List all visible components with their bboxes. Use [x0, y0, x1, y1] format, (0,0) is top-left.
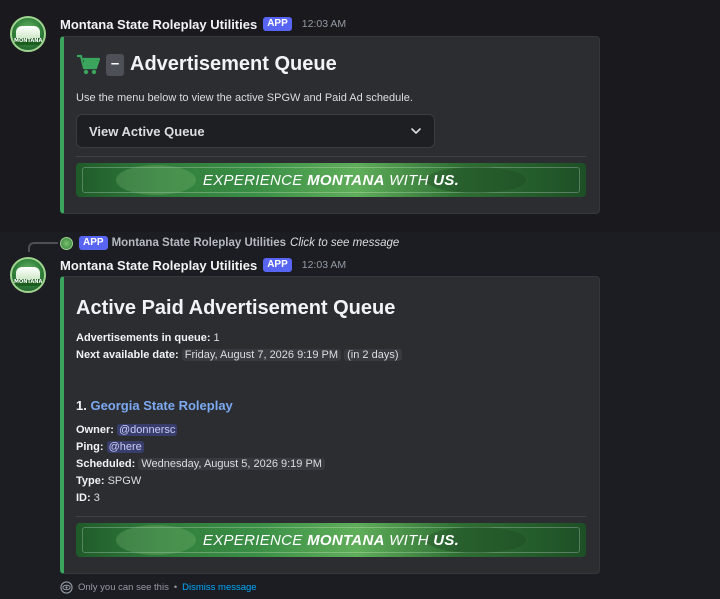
scheduled-line: Scheduled: Wednesday, August 5, 2026 9:1… [76, 458, 325, 470]
timestamp-2[interactable]: 12:03 AM [302, 259, 346, 271]
next-date-timestamp[interactable]: Friday, August 7, 2026 9:19 PM [181, 349, 342, 361]
owner-mention[interactable]: @donnersc [116, 424, 178, 436]
dash-emoji: – [106, 53, 124, 76]
embed-title: Advertisement Queue [130, 53, 337, 75]
reply-connector [28, 242, 58, 252]
type-value: SPGW [107, 475, 142, 487]
ads-in-queue-line: Advertisements in queue: 1 [76, 332, 220, 344]
ephemeral-note: Only you can see this • Dismiss message [60, 581, 257, 594]
username[interactable]: Montana State Roleplay Utilities [60, 17, 257, 32]
reply-avatar [60, 236, 73, 250]
montana-banner-image-2[interactable]: EXPERIENCE MONTANA WITH US. [76, 523, 586, 557]
queue-item-link[interactable]: Georgia State Roleplay [90, 398, 232, 413]
embed-description: Use the menu below to view the active SP… [76, 92, 413, 104]
embed-divider-2 [76, 516, 586, 517]
banner-text: EXPERIENCE MONTANA WITH US. [202, 171, 460, 189]
reply-preview[interactable]: Click to see message [290, 237, 399, 249]
active-queue-embed: Active Paid Advertisement Queue Advertis… [60, 276, 600, 574]
next-date-relative[interactable]: (in 2 days) [344, 349, 402, 361]
avatar-band: MONTANA [14, 38, 43, 45]
queue-embed: – Advertisement Queue Use the menu below… [60, 36, 600, 214]
avatar-band: MONTANA [14, 279, 43, 286]
app-badge: APP [263, 17, 292, 31]
id-line: ID: 3 [76, 492, 100, 504]
message-1-header: Montana State Roleplay Utilities APP 12:… [60, 15, 346, 33]
ads-in-queue-value: 1 [213, 332, 220, 344]
embed-divider [76, 156, 586, 157]
chevron-down-icon [411, 128, 421, 134]
message-2-header: Montana State Roleplay Utilities APP 12:… [60, 256, 346, 274]
type-line: Type: SPGW [76, 475, 142, 487]
reply-reference[interactable]: APP Montana State Roleplay Utilities Cli… [60, 235, 399, 251]
separator-dot: • [173, 582, 178, 593]
reply-username[interactable]: Montana State Roleplay Utilities [112, 237, 286, 249]
ping-mention[interactable]: @here [106, 441, 144, 453]
owner-line: Owner: @donnersc [76, 424, 178, 436]
select-value: View Active Queue [89, 123, 205, 139]
timestamp[interactable]: 12:03 AM [302, 18, 346, 30]
ping-line: Ping: @here [76, 441, 144, 453]
bot-avatar-2[interactable]: MONTANA [10, 257, 46, 293]
next-date-line: Next available date: Friday, August 7, 2… [76, 349, 402, 361]
queue-select-menu[interactable]: View Active Queue [76, 114, 435, 148]
dismiss-message-link[interactable]: Dismiss message [182, 582, 256, 593]
reply-app-badge: APP [79, 236, 108, 250]
montana-banner-image[interactable]: EXPERIENCE MONTANA WITH US. [76, 163, 586, 197]
id-value: 3 [93, 492, 100, 504]
queue-item-title: 1. Georgia State Roleplay [76, 398, 233, 413]
embed-title-row: – Advertisement Queue [76, 53, 337, 76]
app-badge-2: APP [263, 258, 292, 272]
eye-icon [60, 581, 73, 594]
scheduled-timestamp[interactable]: Wednesday, August 5, 2026 9:19 PM [138, 458, 325, 470]
banner-text-2: EXPERIENCE MONTANA WITH US. [202, 531, 460, 549]
embed-title-2: Active Paid Advertisement Queue [76, 297, 396, 319]
cart-icon [77, 54, 100, 74]
username-2[interactable]: Montana State Roleplay Utilities [60, 258, 257, 273]
bot-avatar[interactable]: MONTANA [10, 16, 46, 52]
ephemeral-text: Only you can see this [78, 582, 169, 593]
